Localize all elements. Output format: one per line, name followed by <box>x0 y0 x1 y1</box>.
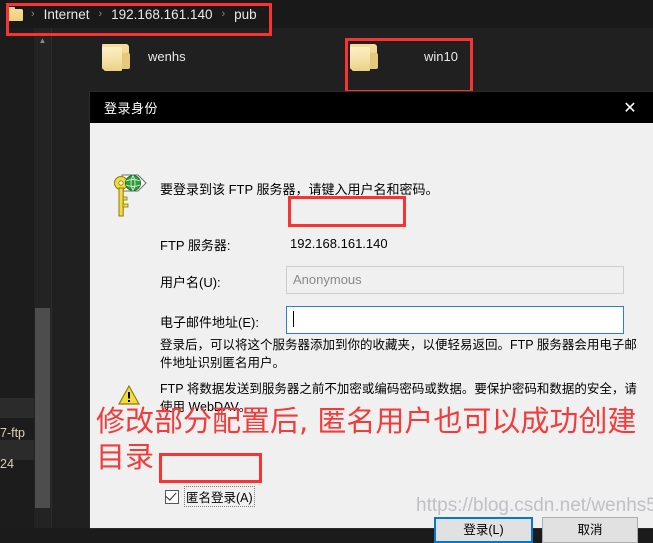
breadcrumb-separator-2: › <box>221 8 226 20</box>
file-name: win10 <box>424 48 458 64</box>
breadcrumb-item-pub[interactable]: pub <box>232 7 259 22</box>
breadcrumb-item-internet[interactable]: Internet <box>42 7 92 22</box>
list-item[interactable]: wenhs <box>100 41 186 71</box>
close-icon[interactable]: ✕ <box>607 92 653 123</box>
login-button[interactable]: 登录(L) <box>434 517 533 543</box>
email-label: 电子邮件地址(E): <box>160 315 259 330</box>
address-bar[interactable]: › Internet › 192.168.161.140 › pub <box>0 0 653 28</box>
breadcrumb-separator-0: › <box>31 8 35 20</box>
file-name: wenhs <box>148 48 186 64</box>
checkbox-icon[interactable] <box>165 488 179 504</box>
server-value: 192.168.161.140 <box>290 236 388 251</box>
anonymous-login-checkbox[interactable]: 匿名登录(A) <box>165 486 255 507</box>
dialog-intro-text: 要登录到该 FTP 服务器，请键入用户名和密码。 <box>160 182 439 197</box>
warning-icon <box>118 385 140 405</box>
breadcrumb-item-host[interactable]: 192.168.161.140 <box>109 7 214 22</box>
nav-label-ftp: 7-ftp <box>0 426 26 440</box>
username-input[interactable]: Anonymous <box>286 266 624 294</box>
key-globe-icon <box>114 174 147 217</box>
breadcrumb-separator-1: › <box>98 8 103 20</box>
annotation-text: 修改部分配置后, 匿名用户也可以成功创建 目录 <box>96 404 637 474</box>
folder-icon <box>100 41 134 71</box>
nav-item-row[interactable] <box>0 398 34 418</box>
chevron-up-icon[interactable]: ▲ <box>34 34 51 48</box>
folder-icon <box>348 41 382 71</box>
dialog-titlebar[interactable]: 登录身份 ✕ <box>90 92 653 123</box>
info-note: 登录后，可以将这个服务器添加到你的收藏夹，以便轻易返回。FTP 服务器会用电子邮… <box>160 338 637 370</box>
anonymous-login-label: 匿名登录(A) <box>184 486 255 507</box>
list-item[interactable]: win10 <box>348 41 458 71</box>
server-label: FTP 服务器: <box>160 238 231 253</box>
email-input[interactable] <box>286 306 624 334</box>
scrollbar-thumb[interactable] <box>35 308 50 508</box>
nav-label-number: 24 <box>0 457 14 471</box>
dialog-title: 登录身份 <box>104 101 159 116</box>
text-caret <box>293 311 294 327</box>
cancel-button[interactable]: 取消 <box>542 517 638 543</box>
folder-icon <box>7 7 24 21</box>
navigation-scrollbar[interactable]: ▲ <box>34 28 51 528</box>
username-label: 用户名(U): <box>160 275 221 290</box>
